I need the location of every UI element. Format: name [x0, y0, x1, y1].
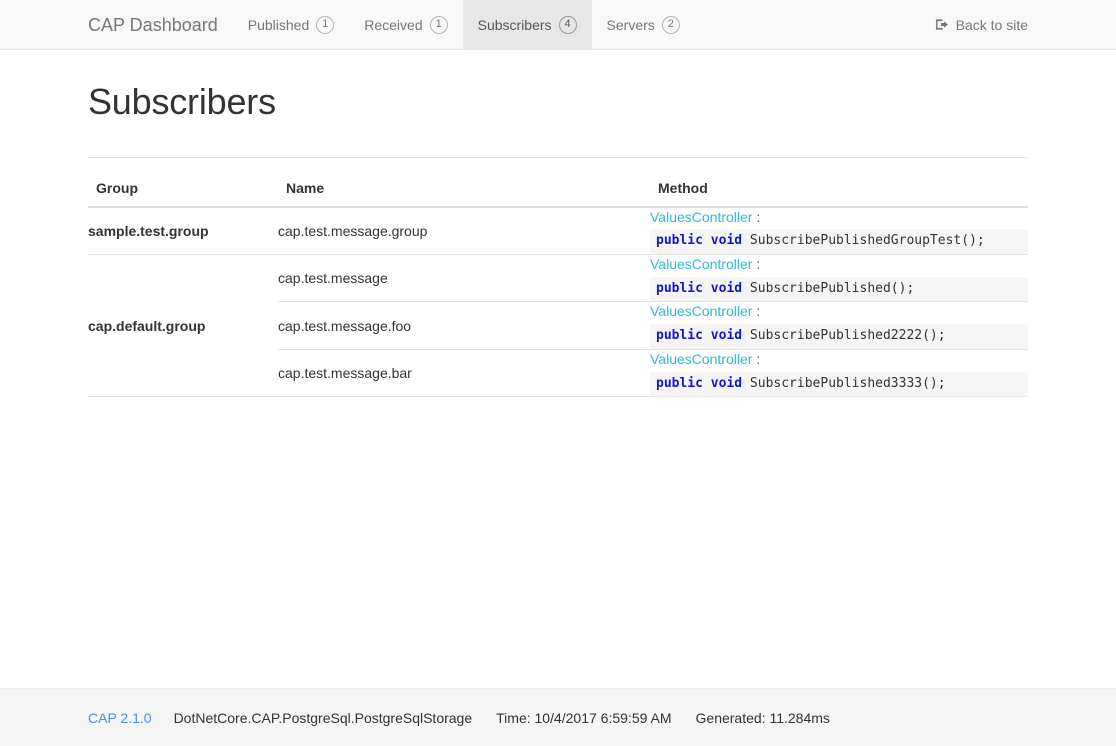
table-header-row: Group Name Method: [88, 156, 1028, 208]
subscriber-method-cell: ValuesController : public void SubscribeP…: [650, 255, 1028, 302]
tab-received[interactable]: Received 1: [349, 0, 462, 49]
nav-tab-label: Subscribers: [477, 16, 552, 33]
tab-published[interactable]: Published 1: [233, 0, 350, 49]
controller-name: ValuesController: [650, 256, 753, 273]
navbar-inner: CAP Dashboard Published 1 Received 1 Subscri…: [0, 0, 1116, 49]
controller-separator: :: [756, 256, 761, 273]
method-signature-code: public void SubscribePublishedGroupTest(…: [650, 229, 1028, 255]
page-footer: CAP 2.1.0 DotNetCore.CAP.PostgreSql.Post…: [0, 688, 1116, 746]
group-name-cell: sample.test.group: [88, 206, 278, 256]
controller-separator: :: [756, 350, 761, 367]
nav-tab-badge: 1: [316, 15, 335, 34]
back-to-site-link[interactable]: Back to site: [935, 17, 1028, 33]
controller-line: ValuesController :: [650, 208, 1028, 228]
controller-line: ValuesController :: [650, 350, 1028, 370]
table-group-row: cap.default.group cap.test.message ValuesC…: [88, 254, 1028, 398]
subscriber-name-cell: cap.test.message.foo: [278, 301, 650, 350]
subscribers-table: Group Name Method sample.test.group cap.t…: [88, 156, 1028, 398]
nav-tab-badge: 2: [661, 15, 680, 34]
group-inner-table: cap.test.message.group ValuesController :…: [278, 208, 1028, 255]
tab-subscribers[interactable]: Subscribers 4: [462, 0, 592, 49]
controller-name: ValuesController: [650, 303, 753, 320]
controller-separator: :: [756, 208, 761, 225]
group-rows-container: cap.test.message.group ValuesController :…: [278, 206, 1028, 256]
method-modifiers: public void: [656, 280, 743, 296]
method-signature: SubscribePublished();: [749, 280, 915, 296]
controller-line: ValuesController :: [650, 255, 1028, 275]
nav-tab-label: Servers: [606, 16, 655, 33]
nav-tab-badge: 4: [558, 15, 577, 34]
top-navbar: CAP Dashboard Published 1 Received 1 Subscri…: [0, 0, 1116, 50]
method-signature: SubscribePublished2222();: [749, 328, 946, 344]
method-modifiers: public void: [656, 328, 743, 344]
footer-time: Time: 10/4/2017 6:59:59 AM: [496, 709, 672, 726]
table-body: sample.test.group cap.test.message.group V…: [88, 206, 1028, 398]
method-modifiers: public void: [656, 375, 743, 391]
table-row: cap.test.message.foo ValuesController : pu…: [278, 301, 1028, 350]
method-signature-code: public void SubscribePublished();: [650, 276, 1028, 302]
table-group-row: sample.test.group cap.test.message.group V…: [88, 206, 1028, 256]
group-name-cell: cap.default.group: [88, 254, 278, 398]
footer-storage: DotNetCore.CAP.PostgreSql.PostgreSqlStor…: [173, 709, 473, 726]
nav-tab-label: Received: [364, 16, 423, 33]
subscriber-name-cell: cap.test.message.bar: [278, 348, 650, 397]
table-row: cap.test.message.group ValuesController :…: [278, 208, 1028, 255]
group-rows-container: cap.test.message ValuesController : public…: [278, 254, 1028, 398]
column-header-method: Method: [650, 156, 1028, 208]
page-title: Subscribers: [88, 81, 276, 122]
nav-tab-badge: 1: [429, 15, 448, 34]
subscriber-name-cell: cap.test.message.group: [278, 222, 428, 239]
controller-name: ValuesController: [650, 208, 753, 225]
footer-version-link[interactable]: CAP 2.1.0: [88, 710, 152, 726]
footer-generated: Generated: 11.284ms: [695, 709, 830, 726]
group-inner-table: cap.test.message ValuesController : public…: [278, 255, 1028, 397]
nav-tab-label: Published: [247, 16, 310, 33]
brand-link[interactable]: CAP Dashboard: [88, 0, 233, 49]
column-header-group: Group: [88, 156, 278, 208]
subscriber-method-cell: ValuesController : public void SubscribeP…: [650, 208, 1028, 255]
method-modifiers: public void: [656, 233, 743, 249]
navbar-right: Back to site: [935, 0, 1116, 49]
sign-out-icon: [935, 17, 950, 32]
method-signature: SubscribePublishedGroupTest();: [749, 233, 985, 249]
back-to-site-label: Back to site: [955, 16, 1028, 33]
table-row: cap.test.message.bar ValuesController : pu…: [278, 348, 1028, 397]
method-signature: SubscribePublished3333();: [749, 375, 946, 391]
method-signature-code: public void SubscribePublished2222();: [650, 324, 1028, 349]
table-head: Group Name Method: [88, 156, 1028, 208]
subscriber-method-cell: ValuesController : public void SubscribeP…: [650, 348, 1028, 397]
nav-tab-list: Published 1 Received 1 Subscribers 4 Servers 2: [233, 0, 695, 49]
subscriber-method-cell: ValuesController : public void SubscribeP…: [650, 301, 1028, 350]
table-row: cap.test.message ValuesController : public…: [278, 255, 1028, 302]
tab-servers[interactable]: Servers 2: [592, 0, 695, 49]
method-signature-code: public void SubscribePublished3333();: [650, 371, 1028, 397]
controller-line: ValuesController :: [650, 302, 1028, 322]
main-container: Subscribers Group Name Method sample.tes…: [0, 81, 1116, 398]
controller-name: ValuesController: [650, 350, 753, 367]
controller-separator: :: [756, 303, 761, 320]
subscriber-name-cell: cap.test.message: [278, 270, 388, 287]
column-header-name: Name: [278, 156, 650, 208]
